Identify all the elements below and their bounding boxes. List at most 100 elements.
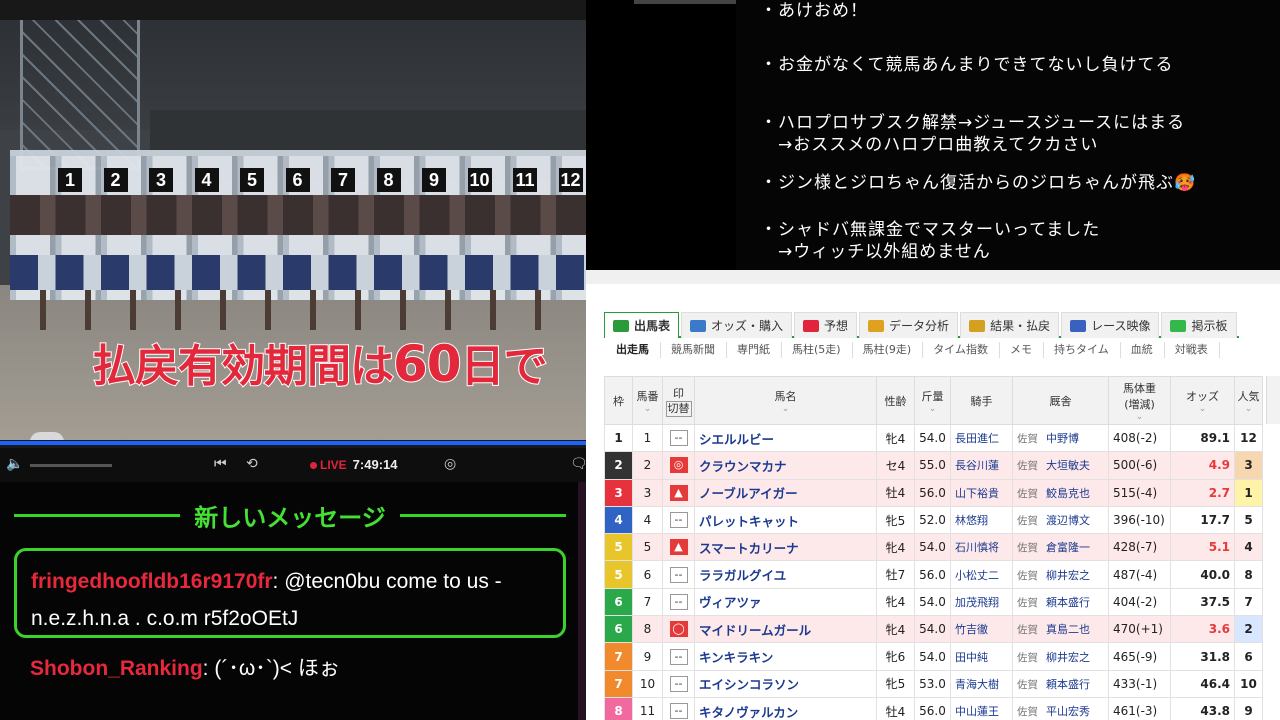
jockey-link[interactable]: 長田進仁 <box>955 432 999 445</box>
subtab[interactable]: 競馬新聞 <box>661 342 727 358</box>
tab-target[interactable]: 予想 <box>794 312 858 338</box>
horse-name-link[interactable]: クラウンマカナ <box>699 459 787 474</box>
trainer-cell[interactable]: 佐賀 中野博 <box>1012 423 1109 453</box>
horse-name[interactable]: ヴィアツァ <box>694 587 877 617</box>
trainer-link[interactable]: 鮫島克也 <box>1046 487 1090 500</box>
horse-name[interactable]: キンキラキン <box>694 642 877 671</box>
horse-name[interactable]: クラウンマカナ <box>694 451 877 480</box>
horse-name-link[interactable]: ヴィアツァ <box>699 595 762 610</box>
mark-cell[interactable]: -- <box>662 669 695 698</box>
mark-cell[interactable]: -- <box>662 642 695 671</box>
horse-name-link[interactable]: スマートカリーナ <box>699 541 799 556</box>
video-player[interactable]: 1 2 3 4 5 6 7 8 9 10 11 12 払戻有効期間は60日で <box>0 0 586 440</box>
jockey-name[interactable]: 小松丈二 <box>950 560 1013 589</box>
jockey-name[interactable]: 山下裕貴 <box>950 478 1013 507</box>
subtab[interactable]: タイム指数 <box>923 342 1000 358</box>
trainer-cell[interactable]: 佐賀 倉富隆一 <box>1012 533 1109 562</box>
horse-name[interactable]: スマートカリーナ <box>694 533 877 562</box>
jockey-link[interactable]: 林悠翔 <box>955 514 988 527</box>
jockey-name[interactable]: 田中純 <box>950 642 1013 671</box>
jockey-name[interactable]: 長谷川蓮 <box>950 451 1013 480</box>
horse-name-link[interactable]: キタノヴァルカン <box>699 705 798 720</box>
mark-cell[interactable]: -- <box>662 587 695 617</box>
trainer-link[interactable]: 頼本盛行 <box>1046 678 1090 691</box>
horse-name-link[interactable]: ララガルグイユ <box>699 568 786 583</box>
mark-button[interactable]: -- <box>669 648 688 665</box>
jockey-name[interactable]: 加茂飛翔 <box>950 587 1013 617</box>
mark-button[interactable]: ▲ <box>669 484 688 501</box>
trainer-cell[interactable]: 佐賀 頼本盛行 <box>1012 587 1109 617</box>
jockey-name[interactable]: 林悠翔 <box>950 505 1013 535</box>
trainer-cell[interactable]: 佐賀 渡辺博文 <box>1012 505 1109 535</box>
mark-button[interactable]: -- <box>669 593 688 610</box>
trainer-link[interactable]: 頼本盛行 <box>1046 596 1090 609</box>
jockey-link[interactable]: 田中純 <box>955 651 988 664</box>
mark-button[interactable]: -- <box>669 430 688 447</box>
jockey-link[interactable]: 青海大樹 <box>955 678 999 691</box>
jockey-link[interactable]: 長谷川蓮 <box>955 459 999 472</box>
replay-icon[interactable]: ⟲ <box>246 456 258 472</box>
trainer-cell[interactable]: 佐賀 柳井宏之 <box>1012 560 1109 589</box>
horse-name-link[interactable]: ノーブルアイガー <box>699 486 798 501</box>
subtab[interactable]: 出走馬 <box>604 342 661 358</box>
col-umaban[interactable]: 馬番 ⌄ <box>632 376 663 425</box>
col-odds[interactable]: オッズ ⌄ <box>1170 376 1235 425</box>
subtab[interactable]: 馬柱(9走) <box>853 342 924 358</box>
subtab[interactable]: 専門紙 <box>727 342 782 358</box>
horse-name[interactable]: パレットキャット <box>694 505 877 535</box>
horse-name[interactable]: ララガルグイユ <box>694 560 877 589</box>
mark-button[interactable]: -- <box>669 675 688 692</box>
chat-username[interactable]: Shobon_Ranking <box>30 657 203 680</box>
mark-cell[interactable]: -- <box>662 696 695 720</box>
jockey-name[interactable]: 中山蓮王 <box>950 696 1013 720</box>
volume-icon[interactable]: 🔈 <box>6 456 23 472</box>
subtab[interactable]: 持ちタイム <box>1044 342 1121 358</box>
mark-button[interactable]: -- <box>669 703 688 720</box>
jockey-name[interactable]: 竹吉徹 <box>950 615 1013 644</box>
tab-table[interactable]: 出馬表 <box>604 312 680 338</box>
jockey-name[interactable]: 青海大樹 <box>950 669 1013 698</box>
trainer-link[interactable]: 柳井宏之 <box>1046 569 1090 582</box>
jockey-name[interactable]: 石川慎将 <box>950 533 1013 562</box>
horse-name[interactable]: シエルルビー <box>694 423 877 453</box>
trainer-cell[interactable]: 佐賀 鮫島克也 <box>1012 478 1109 507</box>
trainer-link[interactable]: 柳井宏之 <box>1046 651 1090 664</box>
record-icon[interactable]: ◎ <box>444 456 456 472</box>
horse-name[interactable]: ノーブルアイガー <box>694 478 877 507</box>
horse-name-link[interactable]: キンキラキン <box>699 650 773 665</box>
trainer-link[interactable]: 渡辺博文 <box>1046 514 1090 527</box>
mark-cell[interactable]: ◎ <box>662 451 695 480</box>
jockey-name[interactable]: 長田進仁 <box>950 423 1013 453</box>
mark-button[interactable]: ◎ <box>669 457 688 474</box>
trainer-link[interactable]: 真島二也 <box>1046 623 1090 636</box>
tab-coins[interactable]: 結果・払戻 <box>960 312 1060 338</box>
tab-odds[interactable]: オッズ・購入 <box>681 312 793 338</box>
jockey-link[interactable]: 石川慎将 <box>955 541 999 554</box>
jockey-link[interactable]: 加茂飛翔 <box>955 596 999 609</box>
mark-toggle-button[interactable]: 切替 <box>665 400 692 417</box>
tab-board[interactable]: 掲示板 <box>1161 312 1237 338</box>
trainer-link[interactable]: 大垣敏夫 <box>1046 459 1090 472</box>
rewind-icon[interactable]: ⏮ <box>214 456 227 472</box>
jockey-link[interactable]: 中山蓮王 <box>955 705 999 718</box>
mark-cell[interactable]: ▲ <box>662 533 695 562</box>
mark-button[interactable]: -- <box>669 566 688 583</box>
chat-username[interactable]: fringedhoofldb16r9170fr <box>31 570 273 593</box>
horse-name-link[interactable]: パレットキャット <box>699 514 799 529</box>
horse-name[interactable]: マイドリームガール <box>694 615 877 644</box>
mark-cell[interactable]: ◯ <box>662 615 695 644</box>
mark-cell[interactable]: ▲ <box>662 478 695 507</box>
horse-name[interactable]: エイシンコラソン <box>694 669 877 698</box>
mark-cell[interactable]: -- <box>662 423 695 453</box>
trainer-link[interactable]: 倉富隆一 <box>1046 541 1090 554</box>
volume-slider[interactable] <box>30 464 112 467</box>
trainer-cell[interactable]: 佐賀 頼本盛行 <box>1012 669 1109 698</box>
trainer-link[interactable]: 平山宏秀 <box>1046 705 1090 718</box>
mark-button[interactable]: ◯ <box>669 621 688 638</box>
horse-name-link[interactable]: シエルルビー <box>699 432 774 447</box>
subtab[interactable]: 血統 <box>1121 342 1165 358</box>
horse-name-link[interactable]: エイシンコラソン <box>699 677 799 692</box>
mark-cell[interactable]: -- <box>662 505 695 535</box>
trainer-cell[interactable]: 佐賀 柳井宏之 <box>1012 642 1109 671</box>
mark-cell[interactable]: -- <box>662 560 695 589</box>
